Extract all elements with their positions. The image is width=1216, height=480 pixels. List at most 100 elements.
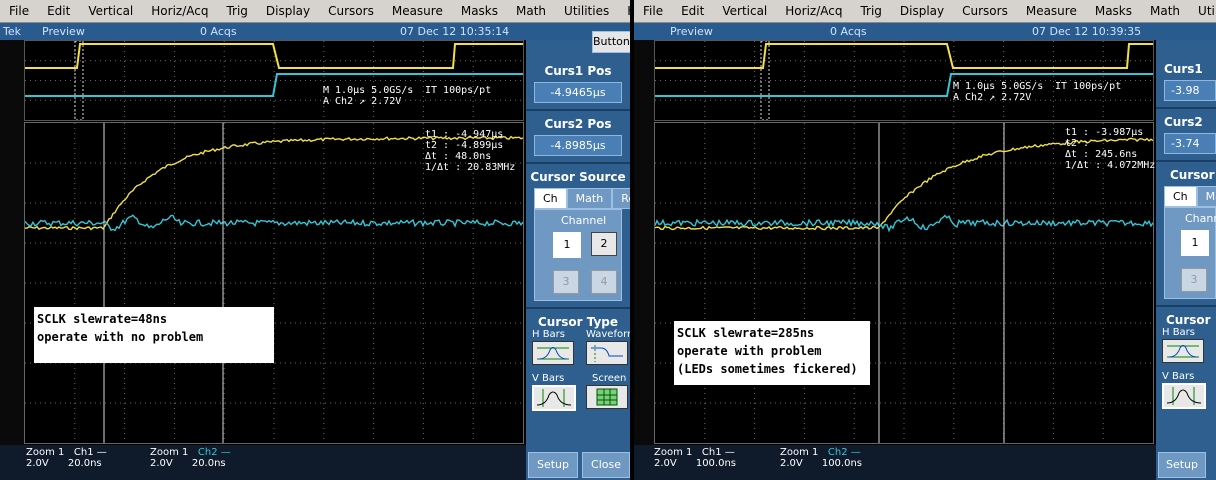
- menu-item-edit[interactable]: Edit: [38, 4, 79, 18]
- curs2-value[interactable]: -3.74: [1164, 133, 1216, 154]
- menu-item-vertical[interactable]: Vertical: [713, 4, 776, 18]
- menu-item-utilities[interactable]: Utilities: [555, 4, 618, 18]
- channel-3-button[interactable]: 3: [1181, 268, 1207, 292]
- mode-label: Preview: [42, 25, 85, 38]
- screen-button[interactable]: [586, 385, 628, 409]
- channel-2-button[interactable]: 2: [591, 232, 617, 256]
- screen-label: Screen: [592, 373, 627, 384]
- cursor-type-grid: H Bars Waveform V Bars Screen: [526, 329, 630, 425]
- close-button[interactable]: Close: [582, 452, 630, 478]
- vbars-button[interactable]: [1162, 383, 1206, 409]
- brand-label: Tek: [3, 25, 21, 38]
- tab-ch[interactable]: Ch: [1164, 186, 1197, 207]
- menu-item-masks[interactable]: Masks: [452, 4, 507, 18]
- cursor-source-title: Cursor: [1170, 168, 1215, 182]
- channel-1-button[interactable]: 1: [553, 232, 581, 258]
- tab-math[interactable]: Math: [566, 188, 613, 209]
- channel-3-button[interactable]: 3: [553, 270, 579, 294]
- channel-label: Channel: [561, 214, 607, 227]
- t2-value: -4.899µs: [455, 140, 504, 151]
- channel-4-button[interactable]: 4: [591, 270, 617, 294]
- vbars-button[interactable]: [532, 385, 576, 411]
- zoom-grid: [655, 123, 1153, 443]
- status-bar: Tek Preview 0 Acqs 07 Dec 12 10:35:14: [0, 23, 630, 40]
- overview-graticule: M 1.0µs 5.0GS/s A Ch2 ↗ 2.72V IT 100ps/p…: [654, 40, 1154, 121]
- menu-item-math[interactable]: Math: [507, 4, 555, 18]
- menu-item-horizacq[interactable]: Horiz/Acq: [142, 4, 217, 18]
- curs1-value[interactable]: -3.98: [1164, 80, 1216, 101]
- menu-item-cursors[interactable]: Cursors: [953, 4, 1017, 18]
- curs2-value[interactable]: -4.8985µs: [534, 135, 622, 156]
- curs1-value[interactable]: -4.9465µs: [534, 82, 622, 103]
- menu-item-trig[interactable]: Trig: [217, 4, 256, 18]
- menu-bar: File Edit Vertical Horiz/Acq Trig Display Curs…: [634, 0, 1216, 23]
- waveform-button[interactable]: [586, 341, 628, 365]
- horizontal-readout: M 1.0µs 5.0GS/s A Ch2 ↗ 2.72V: [323, 85, 413, 107]
- interp-readout: IT 100ps/pt: [1055, 81, 1122, 92]
- channel-box: Chanr 1 3: [1164, 207, 1216, 299]
- cursor-type-title: Cursor: [1166, 313, 1211, 327]
- cursor-readout: t1 : -4.947µs t2 : -4.899µs Δt : 48.0ns …: [425, 129, 516, 173]
- status-bar: Preview 0 Acqs 07 Dec 12 10:39:35: [634, 23, 1216, 40]
- menu-item-display[interactable]: Display: [257, 4, 319, 18]
- hbars-icon: [537, 347, 569, 360]
- menu-item-masks[interactable]: Masks: [1086, 4, 1141, 18]
- curs2-title: Curs2: [1164, 115, 1203, 129]
- menu-item-cursors[interactable]: Cursors: [319, 4, 383, 18]
- curs1-title: Curs1 Pos: [544, 64, 612, 78]
- menu-item-edit[interactable]: Edit: [672, 4, 713, 18]
- bottom-readout-bar: Zoom 1 Ch1 — 2.0V 100.0ns Zoom 1 Ch2 — 2…: [634, 445, 1156, 480]
- channel-box: Channel 1 2 3 4: [534, 209, 622, 301]
- right-scope-window: File Edit Vertical Horiz/Acq Trig Display Curs…: [634, 0, 1216, 480]
- annotation-note: SCLK slewrate=48ns operate with no probl…: [34, 307, 274, 363]
- menu-item-file[interactable]: File: [0, 4, 38, 18]
- vbars-label: V Bars: [532, 373, 565, 384]
- cursor-readout: t1 : -3.987µs t2 : Δt : 245.6ns 1/Δt : 4…: [1065, 127, 1156, 171]
- interp-readout: IT 100ps/pt: [425, 85, 492, 96]
- hbars-icon: [1167, 345, 1199, 358]
- channel-marker-strip: [634, 40, 654, 445]
- tab-ch[interactable]: Ch: [534, 188, 567, 209]
- source-tabs: Ch Ma: [1164, 186, 1216, 207]
- cursor-source-title: Cursor Source: [530, 170, 626, 184]
- menu-item-math[interactable]: Math: [1141, 4, 1189, 18]
- tab-math[interactable]: Ma: [1196, 186, 1216, 207]
- datetime-label: 07 Dec 12 10:39:35: [1032, 25, 1142, 38]
- setup-button[interactable]: Setup: [1158, 452, 1206, 478]
- source-tabs: Ch Math Ref: [534, 188, 630, 209]
- buttons-toggle-top[interactable]: Buttons: [592, 31, 630, 53]
- channel-marker-strip: [0, 40, 24, 445]
- zoom-graticule: t1 : -3.987µs t2 : Δt : 245.6ns 1/Δt : 4…: [654, 122, 1156, 444]
- curs2-title: Curs2 Pos: [544, 117, 612, 131]
- screen-icon: [596, 388, 618, 406]
- zoom-graticule: t1 : -4.947µs t2 : -4.899µs Δt : 48.0ns …: [24, 122, 524, 444]
- overview-graticule: M 1.0µs 5.0GS/s A Ch2 ↗ 2.72V IT 100ps/p…: [24, 40, 524, 121]
- hbars-button[interactable]: [532, 341, 574, 365]
- acqs-label: 0 Acqs: [830, 25, 867, 38]
- mode-label: Preview: [670, 25, 713, 38]
- inverse-delta-value: 20.83MHz: [467, 162, 516, 173]
- setup-button[interactable]: Setup: [528, 452, 578, 478]
- annotation-note: SCLK slewrate=285ns operate with problem…: [674, 321, 870, 385]
- hbars-label: H Bars: [1162, 327, 1196, 338]
- overview-grid: [25, 41, 523, 120]
- menu-item-help[interactable]: Help: [618, 4, 630, 18]
- acqs-label: 0 Acqs: [200, 25, 237, 38]
- menu-item-vertical[interactable]: Vertical: [79, 4, 142, 18]
- menu-item-display[interactable]: Display: [891, 4, 953, 18]
- menu-item-trig[interactable]: Trig: [851, 4, 890, 18]
- curs1-title: Curs1: [1164, 62, 1203, 76]
- menu-item-horizacq[interactable]: Horiz/Acq: [776, 4, 851, 18]
- menu-item-measure[interactable]: Measure: [1017, 4, 1086, 18]
- menu-item-measure[interactable]: Measure: [383, 4, 452, 18]
- cursor-control-panel: Buttons Curs1 Pos -4.9465µs Curs2 Pos -4…: [526, 40, 630, 480]
- channel-1-button[interactable]: 1: [1181, 230, 1209, 256]
- menu-item-utilities[interactable]: Utilities: [1189, 4, 1216, 18]
- tab-ref[interactable]: Ref: [612, 188, 630, 209]
- trigger-readout: A Ch2 ↗ 2.72V: [323, 96, 402, 107]
- menu-item-file[interactable]: File: [634, 4, 672, 18]
- hbars-button[interactable]: [1162, 339, 1204, 363]
- inverse-delta-value: 4.072MHz: [1107, 160, 1156, 171]
- horiz-scale: M 1.0µs 5.0GS/s: [323, 85, 414, 96]
- waveform-label: Waveform: [586, 329, 630, 340]
